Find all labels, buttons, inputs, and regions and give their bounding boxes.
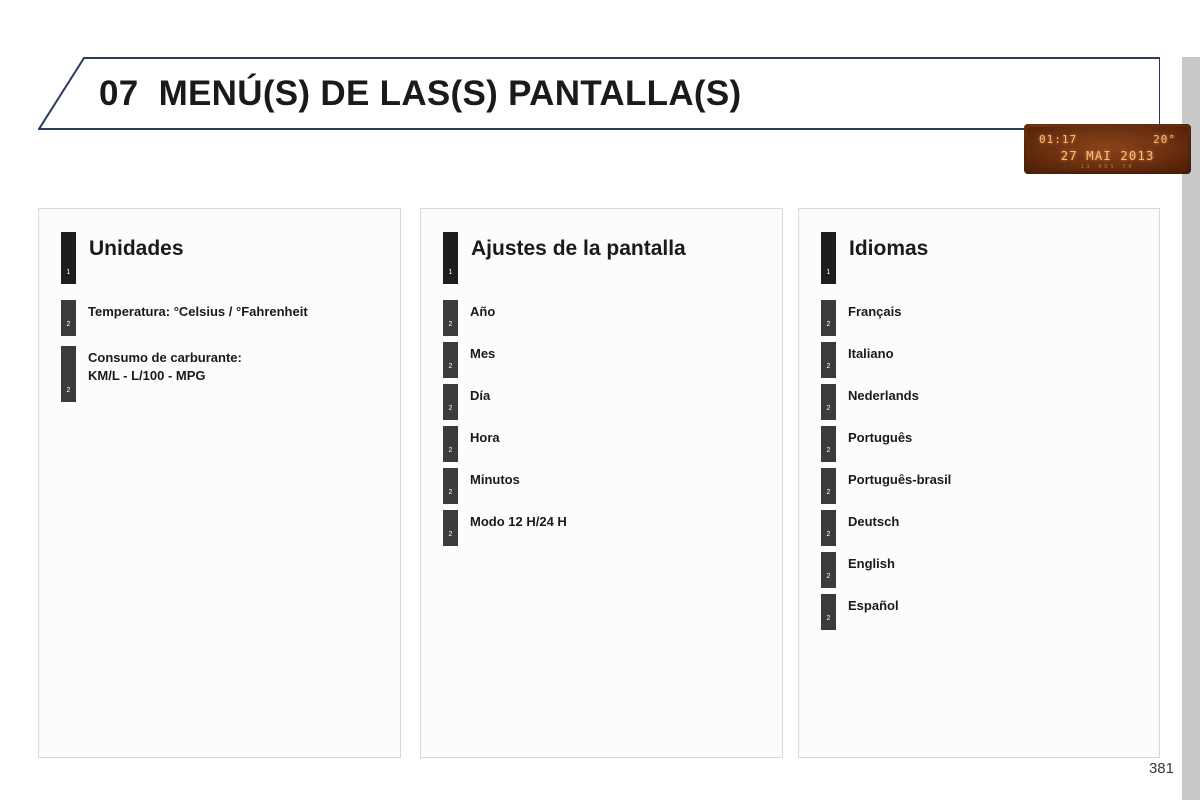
level-2-marker: 2 bbox=[821, 342, 836, 378]
list-item-label: Español bbox=[848, 598, 899, 613]
level-2-marker-label: 2 bbox=[66, 387, 71, 394]
cluster-date-readout: 27 MAI 2013 bbox=[1060, 148, 1155, 163]
list-item[interactable]: 2 Año bbox=[443, 300, 782, 336]
panel-unidades: 1 Unidades 2 Temperatura: °Celsius / °Fa… bbox=[38, 208, 401, 758]
list-item[interactable]: 2 Día bbox=[443, 384, 782, 420]
panel-title: Idiomas bbox=[849, 237, 929, 260]
level-2-marker: 2 bbox=[821, 384, 836, 420]
level-2-marker: 2 bbox=[821, 426, 836, 462]
cluster-time-readout: 01:17 bbox=[1039, 133, 1078, 146]
level-2-marker: 2 bbox=[821, 300, 836, 336]
list-item[interactable]: 2 Deutsch bbox=[821, 510, 1159, 546]
level-1-marker: 1 bbox=[443, 232, 458, 284]
panel-title: Ajustes de la pantalla bbox=[471, 237, 686, 260]
list-item[interactable]: 2 English bbox=[821, 552, 1159, 588]
list-item-label: Português bbox=[848, 430, 913, 445]
level-2-marker: 2 bbox=[443, 342, 458, 378]
level-2-marker-label: 2 bbox=[448, 489, 453, 496]
list-item[interactable]: 2 Italiano bbox=[821, 342, 1159, 378]
list-item[interactable]: 2 Modo 12 H/24 H bbox=[443, 510, 782, 546]
list-item[interactable]: 2 Português bbox=[821, 426, 1159, 462]
list-item-label: English bbox=[848, 556, 895, 571]
level-2-marker: 2 bbox=[821, 468, 836, 504]
list-item-label: Français bbox=[848, 304, 902, 319]
level-2-marker: 2 bbox=[443, 468, 458, 504]
chapter-header-banner: 07 MENÚ(S) DE LAS(S) PANTALLA(S) 01:17 2… bbox=[38, 57, 1191, 174]
level-2-marker: 2 bbox=[61, 346, 76, 402]
list-item-label: Hora bbox=[470, 430, 500, 445]
panel-ajustes-title-row: 1 Ajustes de la pantalla bbox=[443, 231, 782, 284]
cluster-display-screen: 01:17 20° 27 MAI 2013 13 RDS TA bbox=[1027, 127, 1188, 171]
level-2-marker: 2 bbox=[821, 594, 836, 630]
panel-ajustes-body: 1 Ajustes de la pantalla 2 Año 2 Mes 2 D… bbox=[421, 209, 782, 546]
panel-title: Unidades bbox=[89, 237, 184, 260]
panel-idiomas: 1 Idiomas 2 Français 2 Italiano 2 Nederl… bbox=[798, 208, 1160, 758]
level-2-marker-label: 2 bbox=[826, 573, 831, 580]
level-1-marker-label: 1 bbox=[448, 269, 453, 276]
level-2-marker-label: 2 bbox=[826, 615, 831, 622]
cluster-sub-readout: 13 RDS TA bbox=[1080, 164, 1135, 170]
list-item-label: Mes bbox=[470, 346, 496, 361]
level-2-marker: 2 bbox=[821, 510, 836, 546]
level-2-marker: 2 bbox=[821, 552, 836, 588]
panel-idiomas-title-row: 1 Idiomas bbox=[821, 231, 1159, 284]
list-item-label: Nederlands bbox=[848, 388, 919, 403]
level-1-marker: 1 bbox=[821, 232, 836, 284]
menu-panels-container: 1 Unidades 2 Temperatura: °Celsius / °Fa… bbox=[38, 208, 1160, 758]
list-item-label: Deutsch bbox=[848, 514, 900, 529]
level-2-marker-label: 2 bbox=[826, 447, 831, 454]
list-item[interactable]: 2 Português-brasil bbox=[821, 468, 1159, 504]
list-item-label: Italiano bbox=[848, 346, 894, 361]
list-item-label: Día bbox=[470, 388, 491, 403]
list-item-label: Consumo de carburante: KM/L - L/100 - MP… bbox=[88, 350, 242, 383]
level-2-marker: 2 bbox=[443, 510, 458, 546]
panel-ajustes-de-la-pantalla: 1 Ajustes de la pantalla 2 Año 2 Mes 2 D… bbox=[420, 208, 783, 758]
page-title: 07 MENÚ(S) DE LAS(S) PANTALLA(S) bbox=[99, 73, 742, 113]
list-item-label: Modo 12 H/24 H bbox=[470, 514, 567, 529]
level-2-marker-label: 2 bbox=[826, 321, 831, 328]
list-item[interactable]: 2 Temperatura: °Celsius / °Fahrenheit bbox=[61, 300, 400, 336]
level-2-marker-label: 2 bbox=[448, 321, 453, 328]
level-2-marker-label: 2 bbox=[448, 363, 453, 370]
level-2-marker: 2 bbox=[61, 300, 76, 336]
list-item[interactable]: 2 Hora bbox=[443, 426, 782, 462]
level-2-marker: 2 bbox=[443, 384, 458, 420]
level-1-marker-label: 1 bbox=[66, 269, 71, 276]
level-2-marker-label: 2 bbox=[826, 405, 831, 412]
level-2-marker: 2 bbox=[443, 426, 458, 462]
list-item[interactable]: 2 Mes bbox=[443, 342, 782, 378]
list-item[interactable]: 2 Français bbox=[821, 300, 1159, 336]
level-2-marker-label: 2 bbox=[448, 531, 453, 538]
list-item[interactable]: 2 Nederlands bbox=[821, 384, 1159, 420]
panel-unidades-body: 1 Unidades 2 Temperatura: °Celsius / °Fa… bbox=[39, 209, 400, 402]
instrument-cluster-display: 01:17 20° 27 MAI 2013 13 RDS TA bbox=[1024, 124, 1191, 174]
level-1-marker-label: 1 bbox=[826, 269, 831, 276]
list-item-label: Minutos bbox=[470, 472, 520, 487]
list-item-label: Português-brasil bbox=[848, 472, 952, 487]
page-number: 381 bbox=[1148, 760, 1174, 777]
list-item[interactable]: 2 Español bbox=[821, 594, 1159, 630]
panel-unidades-title-row: 1 Unidades bbox=[61, 231, 400, 284]
cluster-temperature-readout: 20° bbox=[1153, 133, 1176, 146]
list-item[interactable]: 2 Minutos bbox=[443, 468, 782, 504]
list-item-label: Temperatura: °Celsius / °Fahrenheit bbox=[88, 304, 308, 319]
panel-idiomas-body: 1 Idiomas 2 Français 2 Italiano 2 Nederl… bbox=[799, 209, 1159, 630]
level-2-marker-label: 2 bbox=[66, 321, 71, 328]
level-2-marker-label: 2 bbox=[826, 531, 831, 538]
level-2-marker: 2 bbox=[443, 300, 458, 336]
list-item-label: Año bbox=[470, 304, 496, 319]
level-1-marker: 1 bbox=[61, 232, 76, 284]
level-2-marker-label: 2 bbox=[448, 405, 453, 412]
level-2-marker-label: 2 bbox=[448, 447, 453, 454]
level-2-marker-label: 2 bbox=[826, 489, 831, 496]
level-2-marker-label: 2 bbox=[826, 363, 831, 370]
list-item[interactable]: 2 Consumo de carburante: KM/L - L/100 - … bbox=[61, 346, 400, 402]
